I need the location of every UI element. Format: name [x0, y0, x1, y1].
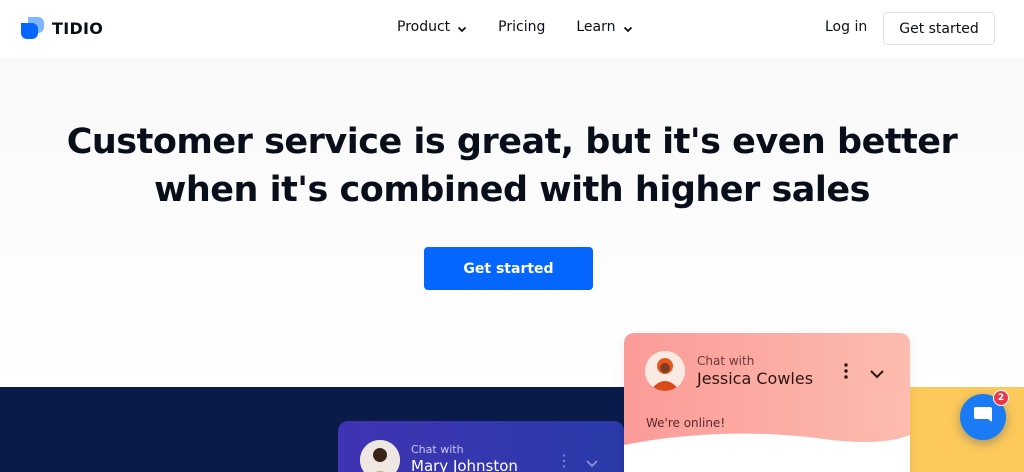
nav-item-label: Pricing	[498, 19, 546, 35]
kebab-menu-icon[interactable]	[839, 361, 853, 381]
avatar	[360, 440, 400, 472]
headline-part1: Customer service is great, but it's	[66, 122, 733, 162]
header-get-started-button[interactable]: Get started	[883, 12, 995, 45]
nav-item-label: Learn	[576, 19, 616, 35]
online-status: We're online!	[646, 416, 726, 430]
chevron-down-icon[interactable]	[869, 365, 885, 379]
tidio-logo-icon	[20, 15, 46, 41]
headline-bold: even better	[732, 122, 958, 162]
chat-bubble-icon	[973, 405, 993, 429]
avatar	[645, 351, 685, 391]
agent-name: Mary Johnston	[411, 457, 518, 472]
notification-badge: 2	[993, 390, 1009, 406]
hero-get-started-button[interactable]: Get started	[424, 247, 593, 290]
chevron-down-icon	[586, 454, 598, 468]
main-nav: Product Pricing Learn	[397, 19, 664, 35]
logo-text: TIDIO	[52, 18, 104, 38]
tidio-logo[interactable]: TIDIO	[20, 15, 103, 41]
secondary-chat-card: Chat with Mary Johnston ⋮	[338, 421, 624, 472]
chat-with-label: Chat with	[697, 354, 755, 368]
chevron-down-icon	[623, 22, 633, 33]
login-link[interactable]: Log in	[825, 19, 867, 35]
chevron-down-icon	[457, 22, 467, 33]
nav-item-product[interactable]: Product	[397, 19, 467, 35]
chat-with-label: Chat with	[411, 443, 464, 456]
widget-body-wave	[624, 433, 910, 472]
hero-headline: Customer service is great, but it's even…	[0, 118, 1024, 214]
chat-widget: Chat with Jessica Cowles We're online!	[624, 333, 910, 472]
site-header: TIDIO Product Pricing Learn Log in Get s…	[0, 0, 1024, 58]
headline-part2: when it's combined with higher sales	[153, 170, 871, 210]
kebab-menu-icon: ⋮	[556, 451, 572, 470]
nav-item-learn[interactable]: Learn	[576, 19, 632, 35]
nav-item-pricing[interactable]: Pricing	[498, 19, 545, 35]
nav-item-label: Product	[397, 19, 451, 35]
agent-name: Jessica Cowles	[697, 369, 814, 388]
